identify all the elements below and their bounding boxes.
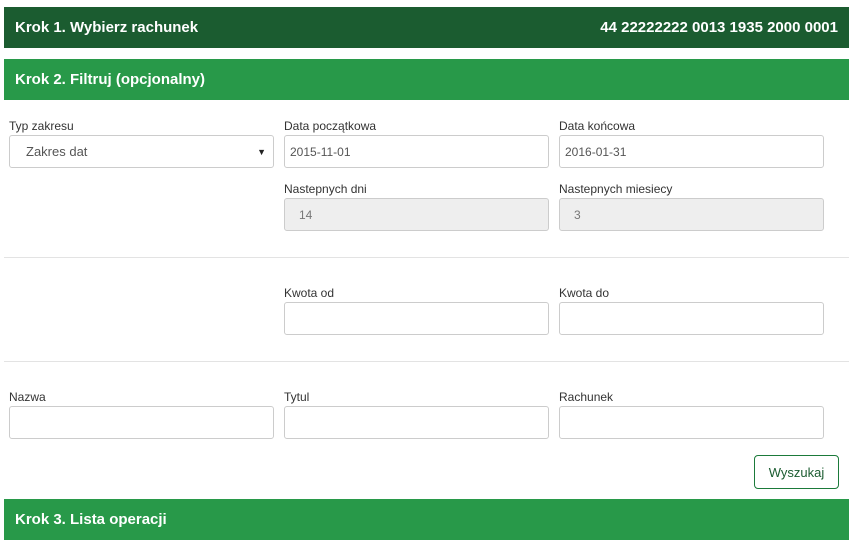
step3-title: Krok 3. Lista operacji bbox=[15, 511, 167, 528]
step3-header[interactable]: Krok 3. Lista operacji bbox=[4, 499, 849, 540]
date-from-label: Data początkowa bbox=[284, 119, 377, 133]
divider bbox=[4, 361, 849, 362]
title-input[interactable] bbox=[284, 406, 549, 439]
name-input[interactable] bbox=[9, 406, 274, 439]
date-to-label: Data końcowa bbox=[559, 119, 636, 133]
next-months-value: 3 bbox=[574, 207, 581, 222]
next-months-input: 3 bbox=[559, 198, 824, 231]
range-type-label: Typ zakresu bbox=[9, 119, 74, 133]
selected-account-number: 44 22222222 0013 1935 2000 0001 bbox=[600, 19, 838, 36]
date-to-value: 2016-01-31 bbox=[565, 144, 627, 159]
step1-title: Krok 1. Wybierz rachunek bbox=[15, 19, 199, 36]
search-button[interactable]: Wyszukaj bbox=[754, 455, 839, 489]
date-from-input[interactable]: 2015-11-01 bbox=[284, 135, 549, 168]
title-label: Tytul bbox=[284, 390, 310, 404]
amount-to-input[interactable] bbox=[559, 302, 824, 335]
step1-header[interactable]: Krok 1. Wybierz rachunek 44 22222222 001… bbox=[4, 7, 849, 48]
divider bbox=[4, 257, 849, 258]
account-input[interactable] bbox=[559, 406, 824, 439]
date-from-value: 2015-11-01 bbox=[290, 144, 351, 159]
caret-down-icon: ▼ bbox=[257, 147, 266, 157]
range-type-select[interactable]: Zakres dat ▼ bbox=[9, 135, 274, 168]
next-days-value: 14 bbox=[299, 207, 313, 222]
next-days-input: 14 bbox=[284, 198, 549, 231]
range-type-value: Zakres dat bbox=[26, 144, 88, 159]
next-days-label: Nastepnych dni bbox=[284, 182, 367, 196]
account-label: Rachunek bbox=[559, 390, 614, 404]
amount-from-label: Kwota od bbox=[284, 286, 335, 300]
name-label: Nazwa bbox=[9, 390, 46, 404]
step2-title: Krok 2. Filtruj (opcjonalny) bbox=[15, 71, 206, 88]
amount-from-input[interactable] bbox=[284, 302, 549, 335]
step2-header[interactable]: Krok 2. Filtruj (opcjonalny) bbox=[4, 59, 849, 100]
next-months-label: Nastepnych miesiecy bbox=[559, 182, 673, 196]
date-to-input[interactable]: 2016-01-31 bbox=[559, 135, 824, 168]
amount-to-label: Kwota do bbox=[559, 286, 610, 300]
